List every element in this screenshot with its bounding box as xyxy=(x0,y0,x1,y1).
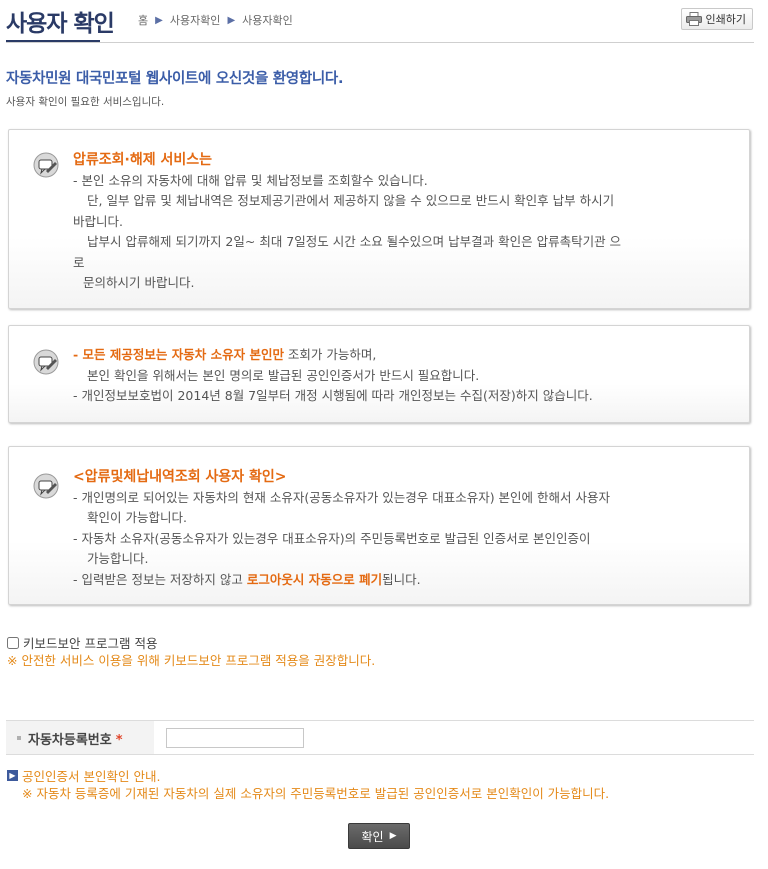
printer-icon xyxy=(685,12,702,26)
box-content: <압류및체납내역조회 사용자 확인> - 개인명의로 되어있는 자동차의 현재 … xyxy=(73,467,719,590)
box-line: - 개인명의로 되어있는 자동차의 현재 소유자(공동소유자가 있는경우 대표소… xyxy=(73,489,610,505)
welcome-headline: 자동차민원 대국민포털 웹사이트에 오신것을 환영합니다. xyxy=(6,71,344,87)
box-line: 본인 확인을 위해서는 본인 명의로 발급된 공인인증서가 반드시 필요합니다. xyxy=(87,367,480,383)
box-line: 단, 일부 압류 및 체납내역은 정보제공기관에서 제공하지 않을 수 있으므로… xyxy=(87,193,615,208)
chevron-right-icon: ▶ xyxy=(227,14,236,26)
info-square-icon: ▶ xyxy=(7,770,18,781)
box-line: - 본인 소유의 자동차에 대해 압류 및 체납정보를 조회할수 있습니다. xyxy=(73,172,428,188)
box-text: - 입력받은 정보는 저장하지 않고 xyxy=(73,571,247,587)
keyboard-security-note: ※ 안전한 서비스 이용을 위해 키보드보안 프로그램 적용을 권장합니다. xyxy=(7,653,376,668)
box-title: 압류조회·해제 서비스는 xyxy=(73,152,212,168)
print-button[interactable]: 인쇄하기 xyxy=(680,8,753,30)
keyboard-security-checkbox[interactable] xyxy=(7,636,19,649)
box-line: 로 xyxy=(73,254,85,270)
breadcrumb-item[interactable]: 사용자확인 xyxy=(170,12,221,28)
box-content: - 모든 제공정보는 자동차 소유자 본인만 조회가 가능하며, 본인 확인을 … xyxy=(73,345,719,407)
certificate-info-note: ※ 자동차 등록증에 기재된 자동차의 실제 소유자의 주민등록번호로 발급된 … xyxy=(22,786,610,801)
box-text: 조회가 가능하며, xyxy=(283,347,377,362)
speech-bubble-pencil-icon xyxy=(33,349,59,375)
highlight-text: - 모든 제공정보는 자동차 소유자 본인만 xyxy=(73,347,284,362)
form-label: 자동차등록번호 * xyxy=(28,729,123,748)
box-line: - 자동차 소유자(공동소유자가 있는경우 대표소유자)의 주민등록번호로 발급… xyxy=(73,530,591,546)
confirm-button[interactable]: 확인 ▶ xyxy=(348,823,410,849)
breadcrumb-current: 사용자확인 xyxy=(242,14,293,27)
vehicle-number-label: 자동차등록번호 xyxy=(28,733,112,748)
box-line: - 개인정보보호법이 2014년 8월 7일부터 개정 시행됨에 따라 개인정보… xyxy=(73,388,593,403)
box-line-lead: - 모든 제공정보는 자동차 소유자 본인만 조회가 가능하며, xyxy=(73,345,719,366)
bullet-icon xyxy=(17,736,21,740)
info-box-seizure-service: 압류조회·해제 서비스는 - 본인 소유의 자동차에 대해 압류 및 체납정보를… xyxy=(8,129,750,309)
breadcrumb: 홈 ▶ 사용자확인 ▶ 사용자확인 xyxy=(138,12,293,28)
header-divider xyxy=(6,42,754,43)
box-line: 확인이 가능합니다. xyxy=(87,510,187,525)
highlight-text: 로그아웃시 자동으로 폐기 xyxy=(246,571,383,587)
vehicle-registration-number-input[interactable] xyxy=(166,728,304,748)
chevron-right-icon: ▶ xyxy=(155,14,163,26)
box-line: 바랍니다. xyxy=(73,213,123,229)
registration-form-row: 자동차등록번호 * xyxy=(6,720,754,755)
box-line: 문의하시기 바랍니다. xyxy=(83,275,195,290)
speech-bubble-pencil-icon xyxy=(33,152,59,178)
speech-bubble-pencil-icon xyxy=(33,473,59,499)
info-box-user-confirmation: <압류및체납내역조회 사용자 확인> - 개인명의로 되어있는 자동차의 현재 … xyxy=(8,446,750,605)
page-title: 사용자 확인 xyxy=(6,11,115,37)
form-label-cell: 자동차등록번호 * xyxy=(6,721,154,754)
page-header: 사용자 확인 홈 ▶ 사용자확인 ▶ 사용자확인 인쇄하기 xyxy=(0,0,768,44)
welcome-subline: 사용자 확인이 필요한 서비스입니다. xyxy=(6,96,165,108)
required-mark: * xyxy=(115,733,123,748)
box-line: 납부시 압류해제 되기까지 2일~ 최대 7일정도 시간 소요 될수있으며 납부… xyxy=(87,234,622,249)
box-title: <압류및체납내역조회 사용자 확인> xyxy=(73,469,287,485)
breadcrumb-home[interactable]: 홈 xyxy=(138,12,148,28)
box-content: 압류조회·해제 서비스는 - 본인 소유의 자동차에 대해 압류 및 체납정보를… xyxy=(73,150,719,294)
box-line: 가능합니다. xyxy=(87,551,149,566)
box-text: 됩니다. xyxy=(382,571,421,587)
print-label: 인쇄하기 xyxy=(705,13,746,26)
confirm-label: 확인 xyxy=(361,829,384,844)
info-box-owner-only: - 모든 제공정보는 자동차 소유자 본인만 조회가 가능하며, 본인 확인을 … xyxy=(8,325,750,423)
box-line-last: - 입력받은 정보는 저장하지 않고 로그아웃시 자동으로 폐기됩니다. xyxy=(73,570,719,591)
chevron-right-icon: ▶ xyxy=(389,831,397,841)
